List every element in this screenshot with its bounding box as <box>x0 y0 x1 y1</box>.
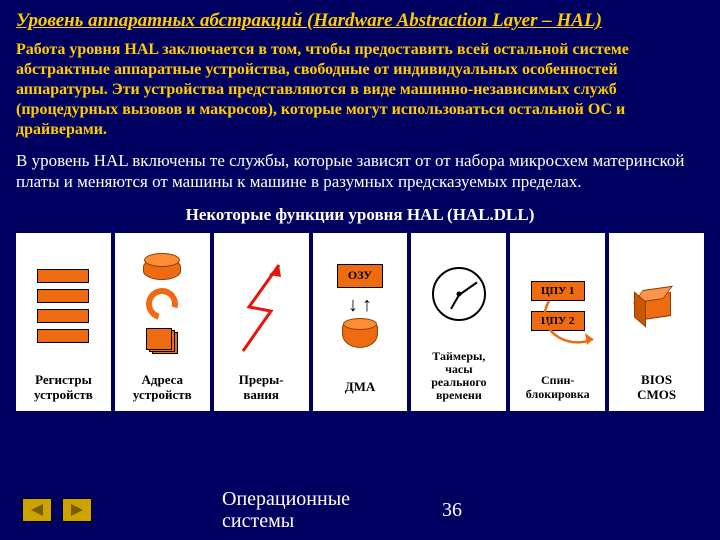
page-number: 36 <box>442 499 462 522</box>
registers-icon <box>37 269 89 343</box>
clock-icon <box>432 267 486 321</box>
footer-course-label: Операционные системы <box>222 488 350 532</box>
cell-interrupts: Преры- вания <box>214 233 309 411</box>
interrupt-zigzag-icon <box>216 239 307 373</box>
slide-title: Уровень аппаратных абстракций (Hardware … <box>0 0 720 36</box>
cell-label: Регистры устройств <box>34 373 93 403</box>
ram-box: ОЗУ <box>337 264 383 288</box>
cell-device-registers: Регистры устройств <box>16 233 111 411</box>
paragraph-detail: В уровень HAL включены те службы, которы… <box>0 146 720 199</box>
cell-label: Адреса устройств <box>133 373 192 403</box>
paragraph-intro: Работа уровня HAL заключается в том, что… <box>0 36 720 146</box>
cell-device-addresses: Адреса устройств <box>115 233 210 411</box>
cell-label: Спин- блокировка <box>526 373 590 403</box>
slide-footer: Операционные системы 36 <box>0 488 720 532</box>
addresses-icon <box>143 258 181 354</box>
section-subtitle: Некоторые функции уровня HAL (HAL.DLL) <box>0 199 720 233</box>
cell-label: Преры- вания <box>239 373 284 403</box>
hal-functions-row: Регистры устройств Адреса устройств Прер… <box>16 233 704 411</box>
cell-dma: ОЗУ ↓↑ ДМА <box>313 233 408 411</box>
cell-label: BIOS CMOS <box>637 373 676 403</box>
prev-slide-button[interactable] <box>22 498 52 522</box>
cell-bios-cmos: BIOS CMOS <box>609 233 704 411</box>
spinlock-icon: ЦПУ 1 ЦПУ 2 <box>531 281 585 331</box>
cell-spinlock: ЦПУ 1 ЦПУ 2 Спин- блокировка <box>510 233 605 411</box>
cell-label: ДМА <box>345 373 376 403</box>
next-slide-button[interactable] <box>62 498 92 522</box>
cube-icon <box>643 292 671 320</box>
cell-label: Таймеры, часы реального времени <box>431 350 486 403</box>
cell-timers: Таймеры, часы реального времени <box>411 233 506 411</box>
dma-icon: ОЗУ ↓↑ <box>337 264 383 348</box>
